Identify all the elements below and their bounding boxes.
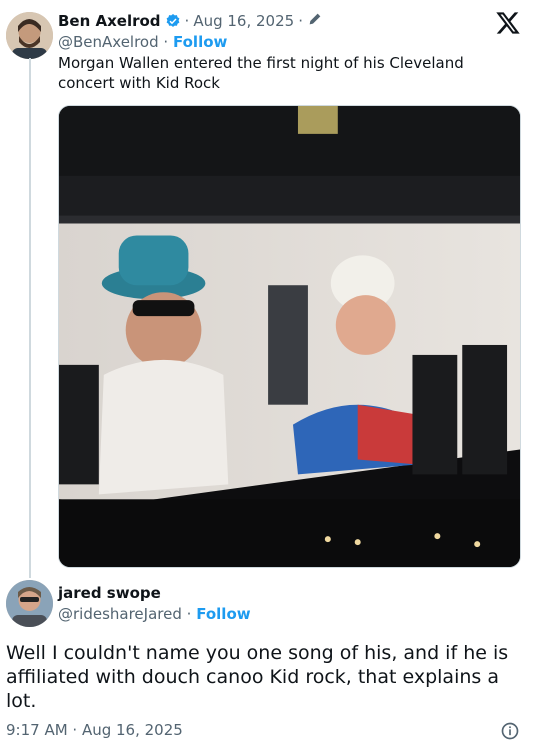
separator: · [186,605,192,623]
avatar[interactable] [6,580,53,627]
reply-tweet-text: Well I couldn't name you one song of his… [6,642,509,712]
separator: · [184,12,190,30]
quoted-author-row: Ben Axelrod · Aug 16, 2025 · [58,11,323,31]
info-icon[interactable] [500,721,520,741]
quoted-date[interactable]: Aug 16, 2025 [193,12,294,30]
follow-button[interactable]: Follow [196,605,250,623]
pencil-icon [307,11,323,31]
x-logo-icon[interactable] [495,10,521,36]
verified-badge-icon [165,13,181,29]
thread-connector-line [29,58,31,578]
reply-timestamp[interactable]: 9:17 AM · Aug 16, 2025 [6,721,183,739]
reply-author-row: jared swope [58,584,161,602]
separator: · [163,33,169,51]
avatar[interactable] [6,12,53,59]
reply-handle[interactable]: @rideshareJared [58,605,182,623]
quoted-tweet-text: Morgan Wallen entered the first night of… [58,54,464,92]
quoted-handle-row: @BenAxelrod · Follow [58,33,227,51]
quoted-handle[interactable]: @BenAxelrod [58,33,159,51]
reply-author-name[interactable]: jared swope [58,584,161,602]
tweet-photo[interactable] [58,105,521,568]
follow-button[interactable]: Follow [173,33,227,51]
reply-handle-row: @rideshareJared · Follow [58,605,251,623]
quoted-author-name[interactable]: Ben Axelrod [58,12,161,30]
separator: · [298,12,303,30]
